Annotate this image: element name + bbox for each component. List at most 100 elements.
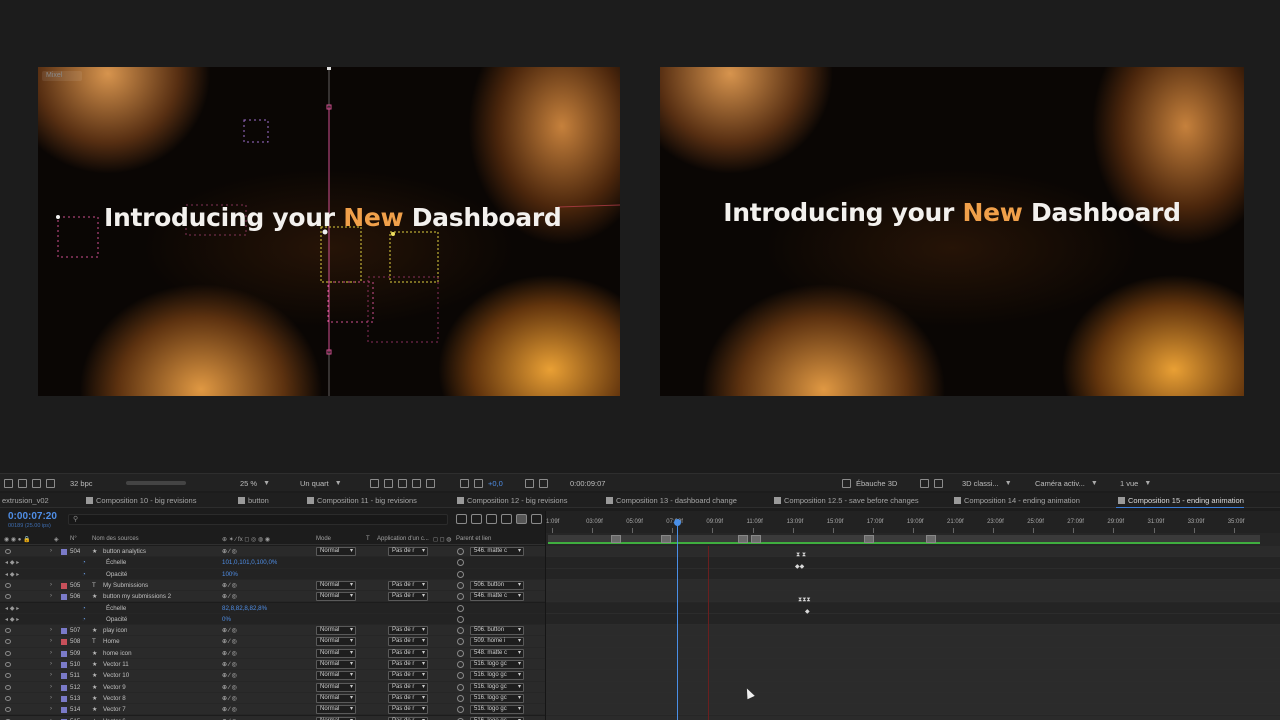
layer-name[interactable]: Vector 11 bbox=[103, 659, 129, 670]
layer-name[interactable]: button my submissions 2 bbox=[103, 591, 171, 602]
switch-icons[interactable]: ⊕ ∕ ◎ bbox=[222, 580, 237, 591]
timeline-track[interactable] bbox=[546, 602, 1280, 614]
visibility-eye-icon[interactable] bbox=[5, 684, 11, 690]
layer-name[interactable]: Vector 10 bbox=[103, 670, 129, 681]
track-matte-select[interactable]: Pas de r bbox=[388, 626, 428, 636]
composition-viewer-left[interactable]: Mixel Introducing your New Dashboard bbox=[38, 67, 620, 396]
stopwatch-icon[interactable]: ◔ bbox=[82, 614, 86, 625]
frame-blending-icon[interactable] bbox=[486, 514, 497, 524]
pickwhip-icon[interactable] bbox=[457, 706, 464, 714]
column-number[interactable]: N° bbox=[70, 536, 77, 542]
property-row[interactable]: ◂ ◆ ▸ ◔ Opacité 100% bbox=[0, 568, 545, 580]
expand-triangle-icon[interactable]: › bbox=[50, 625, 52, 636]
timeline-track[interactable] bbox=[546, 591, 1280, 603]
pickwhip-icon[interactable] bbox=[457, 683, 464, 691]
3d-extents-icon[interactable] bbox=[934, 478, 943, 488]
visibility-eye-icon[interactable] bbox=[5, 582, 11, 588]
folder-icon[interactable] bbox=[18, 478, 27, 488]
timeline-track[interactable] bbox=[546, 692, 1280, 705]
comp-flowchart-icon[interactable] bbox=[456, 514, 467, 524]
zoom-slider[interactable] bbox=[120, 474, 186, 492]
snapshot-camera-icon[interactable] bbox=[525, 474, 553, 492]
time-ruler[interactable]: 1:09f03:09f05:09f07:09f09:09f11:09f13:09… bbox=[546, 511, 1280, 533]
layer-row[interactable]: › 506 ★ button my submissions 2 ⊕ ∕ ◎ Normal P… bbox=[0, 591, 545, 603]
timeline-track[interactable] bbox=[546, 625, 1280, 637]
layer-row[interactable]: › 504 ★ button analytics ⊕ ∕ ◎ Normal Pas de r… bbox=[0, 546, 545, 558]
label-color-swatch[interactable] bbox=[61, 673, 67, 680]
label-color-swatch[interactable] bbox=[61, 628, 67, 635]
mask-icon[interactable] bbox=[398, 478, 407, 488]
property-row[interactable]: ◂ ◆ ▸ ◔ Échelle 82,8,82,8,82,8% bbox=[0, 602, 545, 614]
blend-mode-select[interactable]: Normal bbox=[316, 693, 356, 703]
comp-marker[interactable] bbox=[661, 535, 671, 543]
pickwhip-icon[interactable] bbox=[457, 570, 464, 578]
bit-depth[interactable]: 32 bpc bbox=[70, 474, 93, 492]
property-row[interactable]: ◂ ◆ ▸ ◔ Opacité 0% bbox=[0, 613, 545, 626]
parent-select[interactable]: 516. logo gc bbox=[470, 671, 524, 681]
comp-marker[interactable] bbox=[611, 535, 621, 543]
parent-select[interactable]: 546. matte c bbox=[470, 547, 524, 556]
expand-triangle-icon[interactable]: › bbox=[50, 659, 52, 670]
keyframe-icon[interactable]: ⧗ ⧗ bbox=[796, 552, 806, 559]
tab-composition[interactable]: button bbox=[236, 493, 269, 508]
track-matte-select[interactable]: Pas de r bbox=[388, 682, 428, 692]
timeline-track[interactable] bbox=[546, 647, 1280, 659]
blend-mode-select[interactable]: Normal bbox=[316, 592, 356, 602]
track-matte-select[interactable]: Pas de r bbox=[388, 705, 428, 715]
switch-icons[interactable]: ⊕ ∕ ◎ bbox=[222, 648, 237, 659]
track-matte-select[interactable]: Pas de r bbox=[388, 660, 428, 669]
layer-name[interactable]: Vector 7 bbox=[103, 704, 126, 715]
timeline-track[interactable] bbox=[546, 613, 1280, 626]
timeline-track[interactable] bbox=[546, 557, 1280, 569]
property-value[interactable]: 82,8,82,8,82,8% bbox=[222, 603, 267, 614]
layer-name[interactable]: button analytics bbox=[103, 546, 146, 557]
blend-mode-select[interactable]: Normal bbox=[316, 626, 356, 636]
pickwhip-icon[interactable] bbox=[457, 649, 464, 657]
layer-name[interactable]: Vector 6 bbox=[103, 716, 126, 720]
parent-select[interactable]: 506. button bbox=[470, 580, 524, 590]
comp-marker[interactable] bbox=[738, 535, 748, 543]
view-mode-select[interactable]: 3D classi... ▼ bbox=[962, 474, 1012, 492]
parent-select[interactable]: 516. logo gc bbox=[470, 682, 524, 692]
blend-mode-select[interactable]: Normal bbox=[316, 705, 356, 715]
resolution-select[interactable]: Un quart ▼ bbox=[300, 474, 342, 492]
switch-icons[interactable]: ⊕ ∕ ◎ bbox=[222, 591, 237, 602]
label-color-swatch[interactable] bbox=[61, 549, 67, 555]
parent-select[interactable]: 546. matte c bbox=[470, 592, 524, 602]
timeline-timecode[interactable]: 0:00:07:20 bbox=[8, 511, 57, 522]
pickwhip-icon[interactable] bbox=[457, 604, 464, 612]
comp-marker[interactable] bbox=[751, 535, 761, 543]
expand-triangle-icon[interactable]: › bbox=[50, 716, 52, 720]
tab-composition[interactable]: Composition 10 - big revisions bbox=[84, 493, 196, 508]
comp-marker[interactable] bbox=[864, 535, 874, 543]
blend-mode-select[interactable]: Normal bbox=[316, 580, 356, 590]
layer-search-input[interactable]: ⚲ bbox=[68, 514, 448, 525]
layer-name[interactable]: Vector 9 bbox=[103, 682, 126, 693]
layer-row[interactable]: › 510 ★ Vector 11 ⊕ ∕ ◎ Normal Pas de r 516. lo… bbox=[0, 659, 545, 671]
track-matte-select[interactable]: Pas de r bbox=[388, 716, 428, 720]
pickwhip-icon[interactable] bbox=[457, 593, 464, 601]
tab-composition[interactable]: Composition 12 - big revisions bbox=[455, 493, 567, 508]
label-color-swatch[interactable] bbox=[61, 662, 67, 668]
layer-row[interactable]: › 512 ★ Vector 9 ⊕ ∕ ◎ Normal Pas de r 516. log… bbox=[0, 681, 545, 693]
guides-icon[interactable] bbox=[412, 478, 421, 488]
switch-icons[interactable]: ⊕ ∕ ◎ bbox=[222, 546, 237, 557]
curve-icon[interactable] bbox=[531, 514, 542, 524]
expand-triangle-icon[interactable]: › bbox=[50, 682, 52, 693]
layer-name[interactable]: home icon bbox=[103, 648, 132, 659]
layer-name[interactable]: Home bbox=[103, 636, 120, 647]
parent-select[interactable]: 516. logo gc bbox=[470, 660, 524, 669]
timeline-track[interactable] bbox=[546, 568, 1280, 580]
expand-triangle-icon[interactable]: › bbox=[50, 546, 52, 557]
current-time-indicator[interactable] bbox=[677, 521, 678, 720]
expand-triangle-icon[interactable]: › bbox=[50, 693, 52, 704]
parent-select[interactable]: 516. logo gc bbox=[470, 716, 524, 720]
column-parent[interactable]: Parent et lien bbox=[456, 536, 491, 542]
track-matte-select[interactable]: Pas de r bbox=[388, 693, 428, 703]
visibility-eye-icon[interactable] bbox=[5, 650, 11, 656]
tab-composition[interactable]: Composition 15 - ending animation bbox=[1116, 493, 1244, 508]
layer-row[interactable]: › 508 T Home ⊕ ∕ ◎ Normal Pas de r 509. home i bbox=[0, 636, 545, 648]
timeline-track[interactable] bbox=[546, 704, 1280, 716]
pickwhip-icon[interactable] bbox=[457, 548, 464, 555]
layer-row[interactable]: › 509 ★ home icon ⊕ ∕ ◎ Normal Pas de r 548. ma… bbox=[0, 647, 545, 659]
